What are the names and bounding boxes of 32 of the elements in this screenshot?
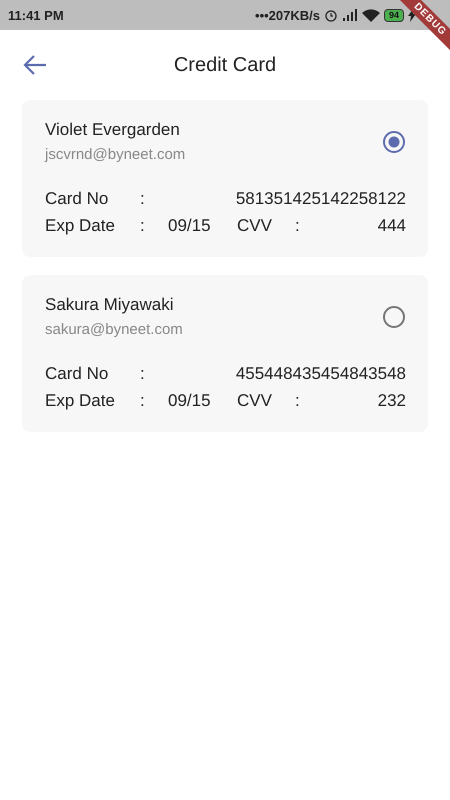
- separator: :: [140, 215, 146, 237]
- network-speed: •••207KB/s: [255, 8, 320, 22]
- field-label: Exp Date: [45, 390, 116, 412]
- radio-button[interactable]: [382, 304, 406, 328]
- cardholder-name: Sakura Miyawaki: [45, 295, 174, 315]
- cardholder-email: jscvrnd@byneet.com: [45, 146, 186, 163]
- separator: :: [140, 363, 146, 385]
- alarm-icon: [324, 8, 338, 22]
- card-number: 455448435454843548: [234, 363, 406, 385]
- battery-icon: 94: [384, 8, 404, 22]
- cardholder-email: sakura@byneet.com: [45, 321, 183, 338]
- cardholder-name: Violet Evergarden: [45, 120, 181, 140]
- separator: :: [295, 390, 301, 412]
- radio-button[interactable]: [382, 130, 406, 154]
- cvv-value: 444: [376, 215, 406, 237]
- field-label: Exp Date: [45, 215, 116, 237]
- field-label: Card No: [45, 363, 110, 385]
- page-title: Credit Card: [174, 54, 276, 76]
- expiry-date: 09/15: [168, 390, 212, 412]
- field-label: CVV: [237, 215, 273, 237]
- separator: :: [295, 215, 301, 237]
- field-label: CVV: [237, 390, 273, 412]
- field-label: Card No: [45, 188, 110, 210]
- separator: :: [140, 188, 146, 210]
- expiry-date: 09/15: [168, 215, 212, 237]
- back-button[interactable]: [22, 53, 48, 77]
- separator: :: [140, 390, 146, 412]
- status-time: 11:41 PM: [8, 8, 65, 22]
- signal-icon: [342, 9, 358, 21]
- cvv-value: 232: [376, 390, 406, 412]
- card-number: 581351425142258122: [234, 188, 406, 210]
- wifi-icon: [362, 8, 380, 22]
